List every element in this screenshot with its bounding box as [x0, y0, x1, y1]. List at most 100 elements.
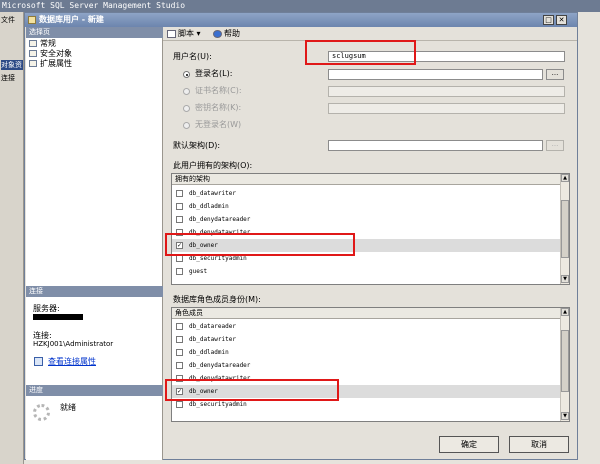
- schema-row-db_denydatareader[interactable]: db_denydatareader: [172, 213, 560, 226]
- scroll-up-arrow-icon[interactable]: ▲: [561, 174, 569, 182]
- page-icon: [29, 40, 37, 47]
- cert-name-radio[interactable]: [183, 88, 190, 95]
- schema-name: db_denydatareader: [189, 216, 251, 223]
- select-page-header: 选择页: [26, 27, 163, 38]
- role-name: db_datawriter: [189, 336, 236, 343]
- progress-spinner-icon: [33, 404, 50, 421]
- key-name-radio[interactable]: [183, 105, 190, 112]
- connection-value: HZKJ001\Administrator: [33, 340, 114, 348]
- no-login-label: 无登录名(W): [195, 120, 242, 129]
- menu-file[interactable]: 文件: [1, 15, 15, 25]
- connection-header: 连接: [26, 286, 163, 297]
- login-name-radio[interactable]: [183, 71, 190, 78]
- role-checkbox[interactable]: [176, 362, 183, 369]
- app-title-bar: Microsoft SQL Server Management Studio: [0, 0, 600, 12]
- cancel-button[interactable]: 取消: [509, 436, 569, 453]
- connection-label: 连接:: [33, 331, 52, 340]
- owned-schemas-header: 拥有的架构: [172, 174, 560, 185]
- schema-row-db_ddladmin[interactable]: db_ddladmin: [172, 200, 560, 213]
- key-name-label: 密钥名称(K):: [195, 103, 242, 112]
- page-icon: [29, 60, 37, 67]
- login-browse-button[interactable]: ...: [546, 69, 564, 80]
- role-checkbox[interactable]: [176, 401, 183, 408]
- username-label: 用户名(U):: [173, 52, 212, 61]
- close-button[interactable]: ✕: [556, 15, 567, 25]
- role-row-db_datareader[interactable]: db_datareader: [172, 320, 560, 333]
- page-extended-properties[interactable]: 扩展属性: [29, 59, 72, 68]
- progress-status: 就绪: [60, 403, 76, 412]
- server-label: 服务器:: [33, 304, 60, 313]
- page-label: 常规: [40, 39, 56, 48]
- new-database-user-dialog: 数据库用户 - 新建 □ ✕ 选择页 常规 安全对象 扩展属性 连接 服务器: …: [24, 12, 578, 460]
- login-name-label: 登录名(L):: [195, 69, 233, 78]
- role-row-db_datawriter[interactable]: db_datawriter: [172, 333, 560, 346]
- highlight-box-schema: [165, 233, 355, 256]
- highlight-box-role: [165, 379, 339, 401]
- schema-name: db_ddladmin: [189, 203, 229, 210]
- help-icon: [213, 30, 222, 38]
- redacted-server-name: [33, 314, 83, 320]
- script-button[interactable]: 脚本 ▾: [167, 29, 201, 39]
- schema-name: db_securityadmin: [189, 255, 247, 262]
- role-checkbox[interactable]: [176, 349, 183, 356]
- app-title: Microsoft SQL Server Management Studio: [2, 1, 186, 10]
- dialog-toolbar: 脚本 ▾ 帮助: [163, 27, 577, 41]
- scroll-thumb[interactable]: [561, 200, 569, 258]
- connect-button[interactable]: 连接: [1, 73, 15, 83]
- page-label: 安全对象: [40, 49, 72, 58]
- page-label: 扩展属性: [40, 59, 72, 68]
- scroll-down-arrow-icon[interactable]: ▼: [561, 412, 569, 420]
- role-members-header: 角色成员: [172, 308, 560, 319]
- page-securables[interactable]: 安全对象: [29, 49, 72, 58]
- owned-schemas-label: 此用户拥有的架构(O):: [173, 161, 253, 170]
- role-checkbox[interactable]: [176, 336, 183, 343]
- schema-name: db_datawriter: [189, 190, 236, 197]
- scroll-up-arrow-icon[interactable]: ▲: [561, 308, 569, 316]
- schema-browse-button[interactable]: ...: [546, 140, 564, 151]
- no-login-radio[interactable]: [183, 122, 190, 129]
- scroll-down-arrow-icon[interactable]: ▼: [561, 275, 569, 283]
- help-button[interactable]: 帮助: [213, 29, 240, 39]
- schema-checkbox[interactable]: [176, 216, 183, 223]
- maximize-button[interactable]: □: [543, 15, 554, 25]
- role-checkbox[interactable]: [176, 323, 183, 330]
- cert-name-input: [328, 86, 565, 97]
- cert-name-label: 证书名称(C):: [195, 86, 242, 95]
- schema-checkbox[interactable]: [176, 255, 183, 262]
- role-name: db_ddladmin: [189, 349, 229, 356]
- help-label: 帮助: [224, 29, 240, 38]
- default-schema-label: 默认架构(D):: [173, 141, 221, 150]
- schema-row-db_datawriter[interactable]: db_datawriter: [172, 187, 560, 200]
- dialog-title-bar: 数据库用户 - 新建 □ ✕: [25, 13, 577, 27]
- login-name-input[interactable]: [328, 69, 543, 80]
- role-members-label: 数据库角色成员身份(M):: [173, 295, 261, 304]
- role-members-scrollbar[interactable]: ▲ ▼: [560, 308, 569, 421]
- ok-button[interactable]: 确定: [439, 436, 499, 453]
- owned-schemas-list[interactable]: 拥有的架构 db_datawriter db_ddladmin db_denyd…: [171, 173, 570, 285]
- role-row-db_denydatareader[interactable]: db_denydatareader: [172, 359, 560, 372]
- owned-schemas-scrollbar[interactable]: ▲ ▼: [560, 174, 569, 284]
- role-name: db_securityadmin: [189, 401, 247, 408]
- schema-checkbox[interactable]: [176, 203, 183, 210]
- role-name: db_datareader: [189, 323, 236, 330]
- schema-checkbox[interactable]: [176, 268, 183, 275]
- key-name-input: [328, 103, 565, 114]
- role-row-db_ddladmin[interactable]: db_ddladmin: [172, 346, 560, 359]
- object-explorer-strip: 文件 对象资 连接: [0, 12, 24, 464]
- schema-name: guest: [189, 268, 208, 275]
- script-label: 脚本: [178, 29, 194, 38]
- role-members-list[interactable]: 角色成员 db_datareader db_datawriter db_ddla…: [171, 307, 570, 422]
- page-icon: [29, 50, 37, 57]
- page-general[interactable]: 常规: [29, 39, 56, 48]
- view-connection-properties-link[interactable]: 查看连接属性: [48, 357, 96, 367]
- schema-row-guest[interactable]: guest: [172, 265, 560, 278]
- scroll-thumb[interactable]: [561, 330, 569, 392]
- left-pane: 选择页 常规 安全对象 扩展属性 连接 服务器: 连接: HZKJ001\Adm…: [26, 27, 163, 460]
- object-explorer-tab[interactable]: 对象资: [1, 60, 23, 70]
- default-schema-input[interactable]: [328, 140, 543, 151]
- schema-checkbox[interactable]: [176, 190, 183, 197]
- database-user-icon: [28, 16, 36, 24]
- script-icon: [167, 30, 176, 38]
- dialog-title: 数据库用户 - 新建: [39, 15, 104, 24]
- highlight-box-username: [305, 40, 416, 65]
